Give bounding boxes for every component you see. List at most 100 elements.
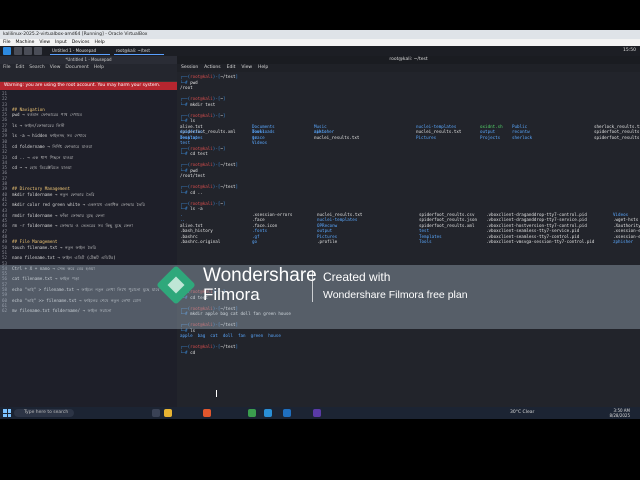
filmora-icon[interactable] (313, 409, 321, 417)
edge-icon[interactable] (264, 409, 272, 417)
mousepad-menu-item[interactable]: Document (65, 65, 88, 70)
line-text: ## Navigation (12, 106, 45, 112)
prompt-user: root@kali (190, 96, 213, 101)
watermark-brand: Wondershare (203, 265, 317, 286)
windows-start-icon[interactable] (3, 409, 11, 417)
prompt-user: root@kali (190, 74, 213, 79)
vbox-menu-item[interactable]: View (39, 40, 50, 45)
line-text: rm -r foldername → ফোল্ডার ও ভেতরের সব ক… (12, 223, 133, 229)
virtualbox-title-bar: kalilinux-2025.2-virtualbox-amd64 [Runni… (0, 30, 640, 39)
taskbar-item-mousepad[interactable]: Untitled 1 - Mousepad (50, 47, 110, 55)
vbox-menu-item[interactable]: Machine (16, 40, 35, 45)
virtualbox-menu-bar: File Machine View Input Devices Help (0, 39, 640, 46)
command-text: mkdir test (190, 101, 216, 107)
prompt-user: root@kali (190, 145, 213, 151)
prompt-user: root@kali (190, 112, 213, 118)
kali-menu-icon[interactable] (3, 47, 11, 55)
ls-entry: Videos (252, 140, 268, 145)
prompt-user: root@kali (190, 184, 213, 189)
prompt-dir: ~/test (220, 162, 236, 167)
files-icon[interactable] (14, 47, 22, 55)
virtualbox-icon[interactable] (283, 409, 291, 417)
mousepad-menu-item[interactable]: Edit (16, 65, 25, 70)
taskbar-item-terminal[interactable]: root@kali: ~/test (114, 47, 164, 55)
prompt-user: root@kali (190, 162, 213, 167)
terminal-menu-item[interactable]: View (241, 65, 252, 70)
bottom-black-bar (0, 419, 640, 480)
command-text: pwd (190, 167, 198, 173)
line-text: ls → ফাইল/ফোল্ডারের লিস্ট (12, 122, 65, 128)
terminal-window: root@kali: ~/test Session Actions Edit View… (177, 56, 640, 407)
ls-output-row: Desktop go nuclei_results.txt Pictures Proje… (180, 134, 640, 146)
mousepad-toolbar (0, 72, 177, 82)
ls-entry (314, 140, 414, 146)
top-black-bar (0, 0, 640, 30)
watermark-band (0, 265, 640, 329)
virtualbox-title: kalilinux-2025.2-virtualbox-amd64 [Runni… (3, 32, 148, 37)
mousepad-menu-item[interactable]: View (50, 65, 61, 70)
vm-screen: Untitled 1 - Mousepad root@kali: ~/test … (0, 46, 640, 407)
mousepad-menu-item[interactable]: Search (29, 65, 44, 70)
command-text: pwd (190, 79, 198, 85)
terminal-menu-bar: Session Actions Edit View Help (177, 64, 640, 72)
windows-taskbar: Type here to search 30°C Clear 3:50 AM 8… (0, 407, 640, 419)
terminal-menu-item[interactable]: Session (181, 65, 198, 70)
prompt-dir: ~/test (220, 184, 236, 189)
ls-entry: spiderfoot_results.json (594, 134, 640, 140)
vbox-menu-item[interactable]: Devices (72, 40, 90, 45)
line-text: mkdir foldername → নতুন ফোল্ডার তৈরি (12, 191, 95, 197)
command-text: ls (190, 118, 196, 123)
mousepad-menu-bar: File Edit Search View Document Help (0, 64, 177, 72)
kali-clock[interactable]: 15:50 (623, 46, 636, 56)
ls-entry: Pictures (416, 134, 437, 140)
prompt-user: root@kali (190, 200, 213, 206)
mousepad-menu-item[interactable]: File (3, 65, 11, 70)
prompt-dir: ~/test (220, 74, 236, 79)
terminal-menu-item[interactable]: Edit (227, 65, 236, 70)
watermark-divider (312, 270, 313, 302)
command-text: ls -a (190, 206, 203, 211)
ls-output-row: .bashrc.original go .profile Tools .vboxclie… (180, 239, 640, 245)
vbox-menu-item[interactable]: File (3, 40, 11, 45)
command-text: cd (190, 349, 198, 355)
terminal-command-line: └─# cd (180, 349, 198, 355)
line-text: touch filename.txt → নতুন ফাইল তৈরি (12, 244, 97, 250)
weather-status[interactable]: 30°C Clear (510, 407, 534, 419)
file-explorer-icon[interactable] (164, 409, 172, 417)
line-text: cd ~ → হোম ডিরেক্টরিতে যাওয়া (12, 165, 72, 171)
vbox-menu-item[interactable]: Help (94, 40, 104, 45)
vbox-menu-item[interactable]: Input (55, 40, 67, 45)
chrome-icon[interactable] (248, 409, 256, 417)
line-text: pwd → বর্তমান ফোল্ডারের পাথ দেখাবে (12, 112, 82, 118)
prompt-dir: ~/test (220, 344, 236, 349)
windows-search-input[interactable]: Type here to search (14, 409, 74, 417)
line-text: rmdir foldername → ফাঁকা ফোল্ডার মুছে ফে… (12, 212, 105, 218)
line-text: nano filename.txt → ফাইল এডিট (টেক্সট এড… (12, 255, 116, 261)
prompt-dir: ~ (220, 200, 223, 206)
terminal-menu-item[interactable]: Actions (204, 65, 220, 70)
prompt-dir: ~ (220, 112, 223, 118)
mouse-cursor (216, 390, 217, 397)
prompt-dir: ~ (220, 145, 223, 151)
line-text: cd foldername → নির্দিষ্ট ফোল্ডারে যাওয়… (12, 143, 93, 149)
task-view-icon[interactable] (152, 409, 160, 417)
ls-entry: Projects (480, 134, 501, 140)
line-text: ## Directory Management (12, 186, 70, 192)
clock-date: 8/28/2025 (609, 413, 630, 418)
mousepad-window: *Untitled 1 - Mousepad File Edit Search Vie… (0, 56, 177, 407)
ls-entry: go (252, 239, 258, 244)
kali-top-panel: Untitled 1 - Mousepad root@kali: ~/test … (0, 46, 640, 56)
windows-clock[interactable]: 3:50 AM 8/28/2025 (609, 408, 630, 418)
terminal-output[interactable]: ┌──(root@kali)-[~/test] └─# pwd/root ┌──(r… (177, 72, 640, 407)
mousepad-menu-item[interactable]: Help (94, 65, 104, 70)
root-warning-bar: Warning: you are using the root account.… (0, 82, 177, 90)
line-text: ls -a → hidden ফাইলসহ সব দেখাবে (12, 133, 87, 139)
line-text: mkdir color red green white → একসাথে একা… (12, 202, 145, 208)
browser-icon[interactable] (34, 47, 42, 55)
line-text: ## File Management (12, 239, 58, 245)
terminal-menu-item[interactable]: Help (258, 65, 268, 70)
terminal-icon[interactable] (24, 47, 32, 55)
command-text: cd test (190, 151, 208, 156)
brave-icon[interactable] (203, 409, 211, 417)
prompt-dir: ~ (220, 96, 223, 101)
